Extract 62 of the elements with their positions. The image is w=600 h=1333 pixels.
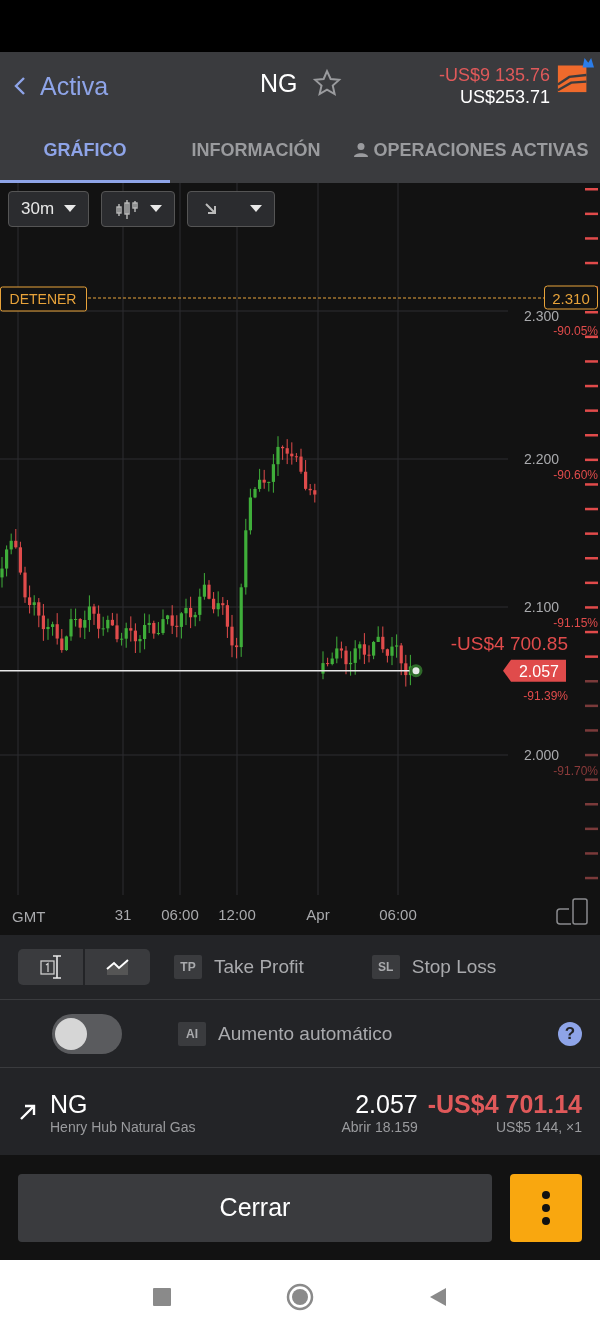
- stop-level-tag[interactable]: DETENER: [0, 286, 87, 312]
- position-price: 2.057: [355, 1088, 418, 1119]
- timeframe-dropdown[interactable]: 30m: [8, 191, 90, 227]
- time-axis-label: 31: [114, 906, 132, 923]
- rotate-device-icon[interactable]: [556, 898, 588, 925]
- caret-icon: [250, 205, 263, 213]
- ai-badge: AI: [178, 1021, 206, 1046]
- caret-icon: [64, 205, 77, 213]
- tab[interactable]: OPERACIONES ACTIVAS: [342, 120, 600, 183]
- position-pnl: -US$4 701.14: [427, 1088, 582, 1119]
- position-size: US$5 144, ×1: [496, 1118, 582, 1135]
- close-button[interactable]: Cerrar: [18, 1173, 492, 1242]
- take-profit-button[interactable]: TP Take Profit: [174, 955, 304, 979]
- time-axis-label: Apr: [306, 906, 330, 923]
- time-axis-label: 06:00: [161, 906, 199, 923]
- chart-mode-button[interactable]: [85, 949, 150, 985]
- tab[interactable]: GRÁFICO: [0, 120, 170, 183]
- more-icon: [541, 1190, 551, 1225]
- stop-value-tag[interactable]: 2.310: [544, 285, 598, 310]
- chart-type-dropdown[interactable]: [101, 191, 176, 227]
- open-price: Abrir 18.159: [341, 1118, 418, 1135]
- quantity-button[interactable]: [18, 949, 83, 985]
- tab[interactable]: INFORMACIÓN: [170, 120, 342, 183]
- percent-label: -91.70%: [553, 764, 598, 778]
- instrument-name: Henry Hub Natural Gas: [50, 1118, 197, 1135]
- back-button[interactable]: Activa: [14, 71, 109, 101]
- percent-label: -91.39%: [523, 688, 568, 703]
- candlestick-icon: [114, 198, 141, 220]
- area-chart-icon: [104, 957, 131, 977]
- position-symbol: NG: [50, 1088, 89, 1119]
- auto-increase-toggle[interactable]: [52, 1013, 122, 1054]
- price-axis-label: 2.100: [524, 599, 560, 615]
- more-button[interactable]: [510, 1173, 582, 1242]
- price-axis-label: 2.000: [524, 747, 560, 763]
- asset-symbol: NG: [260, 68, 298, 98]
- caret-icon: [150, 205, 163, 213]
- percent-label: -90.60%: [553, 468, 598, 482]
- drawing-tool-dropdown[interactable]: [187, 191, 276, 227]
- position-pnl-label: -US$4 700.85: [450, 633, 568, 654]
- current-price-tag: 2.057: [503, 659, 566, 682]
- stop-loss-button[interactable]: SL Stop Loss: [371, 955, 497, 979]
- total-pnl: -US$9 135.76: [438, 64, 550, 86]
- current-price-marker: [409, 664, 423, 678]
- favorite-star-icon[interactable]: [311, 68, 342, 98]
- quantity-icon: [37, 954, 64, 980]
- recents-icon[interactable]: [152, 1286, 172, 1307]
- account-balance: US$253.71: [459, 86, 550, 108]
- price-axis-label: 2.200: [524, 451, 560, 467]
- timezone-label: GMT: [12, 908, 46, 925]
- help-button[interactable]: ?: [558, 1021, 582, 1046]
- time-axis-label: 12:00: [218, 906, 256, 923]
- percent-label: -90.05%: [553, 324, 598, 338]
- arrow-down-right-icon: [204, 202, 219, 216]
- person-icon: [353, 142, 370, 158]
- back-nav-icon[interactable]: [428, 1286, 448, 1307]
- auto-increase-label: Aumento automático: [218, 1022, 393, 1045]
- percent-label: -91.15%: [553, 616, 598, 630]
- logo-icon[interactable]: [556, 56, 594, 94]
- price-axis-label: 2.300: [524, 308, 560, 324]
- time-axis-label: 06:00: [379, 906, 417, 923]
- home-icon[interactable]: [286, 1282, 314, 1311]
- back-icon: [14, 76, 26, 96]
